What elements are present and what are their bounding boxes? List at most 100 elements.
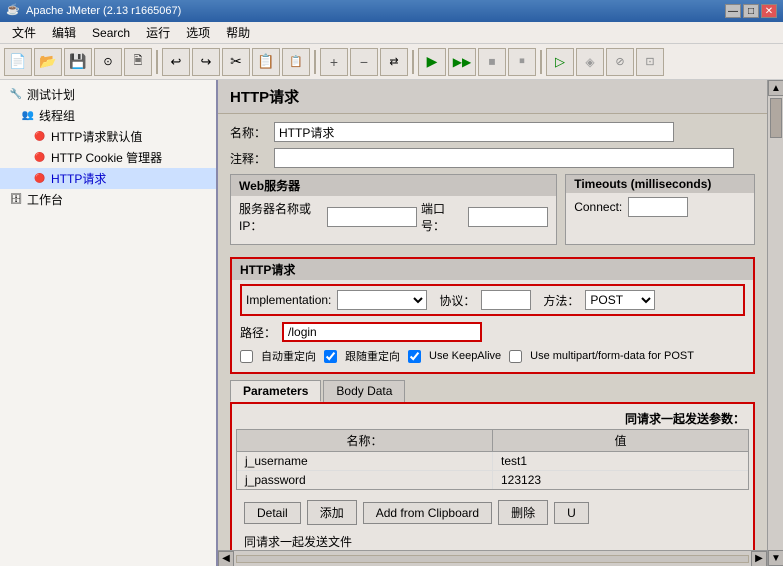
- window-controls: — □ ✕: [725, 4, 777, 18]
- tree-label-cookie: HTTP Cookie 管理器: [51, 149, 162, 166]
- scroll-right-arrow[interactable]: ▶: [751, 551, 767, 566]
- redo-button[interactable]: ↪: [192, 48, 220, 76]
- multipart-checkbox[interactable]: [509, 350, 522, 363]
- add-clipboard-button[interactable]: Add from Clipboard: [363, 502, 492, 524]
- col-name: 名称：: [237, 430, 493, 451]
- detail-button[interactable]: Detail: [244, 502, 301, 524]
- stop-now-button[interactable]: ⏹: [508, 48, 536, 76]
- comment-input[interactable]: [274, 148, 734, 168]
- open-button[interactable]: 📂: [34, 48, 62, 76]
- remote-run-button[interactable]: ▷: [546, 48, 574, 76]
- toolbar: 📄 📂 💾 ⊙ 🗎 ↩ ↪ ✂ 📋 📋 + − ⇄ ▶ ▶▶ ⏹ ⏹ ▷ ◈ ⊘…: [0, 44, 783, 80]
- maximize-button[interactable]: □: [743, 4, 759, 18]
- tree-item-plan[interactable]: 🔧 测试计划: [0, 84, 216, 105]
- add-button[interactable]: 添加: [307, 500, 357, 525]
- row1-value: test1: [493, 452, 748, 470]
- saveall-button[interactable]: 🗎: [124, 48, 152, 76]
- impl-row: Implementation: 协议： 方法： POST GET PUT DEL…: [240, 284, 745, 316]
- web-server-title: Web服务器: [231, 175, 556, 196]
- method-select[interactable]: POST GET PUT DELETE: [585, 290, 655, 310]
- protocol-input[interactable]: [481, 290, 531, 310]
- stop-button[interactable]: ⏹: [478, 48, 506, 76]
- method-label: 方法：: [543, 292, 579, 309]
- undo-button[interactable]: ↩: [162, 48, 190, 76]
- menu-file[interactable]: 文件: [4, 22, 44, 43]
- http-icon: 🔴: [32, 171, 48, 187]
- menu-options[interactable]: 选项: [178, 22, 218, 43]
- run-button[interactable]: ▶: [418, 48, 446, 76]
- scroll-track-v: [768, 96, 783, 550]
- timeouts-title: Timeouts (milliseconds): [566, 175, 754, 193]
- copy-button[interactable]: 📋: [252, 48, 280, 76]
- keepalive-checkbox[interactable]: [408, 350, 421, 363]
- toolbar-sep-4: [540, 50, 542, 74]
- path-label: 路径：: [240, 324, 276, 341]
- params-table: 名称： 值 j_username test1 j_password 123123: [236, 429, 749, 490]
- remote-button[interactable]: ⇄: [380, 48, 408, 76]
- scroll-track: [236, 555, 749, 563]
- close-button[interactable]: ✕: [761, 4, 777, 18]
- tree-item-cookie[interactable]: 🔴 HTTP Cookie 管理器: [0, 147, 216, 168]
- impl-select[interactable]: [337, 290, 427, 310]
- menu-search[interactable]: Search: [84, 24, 138, 42]
- right-scrollbar[interactable]: ▲ ▼: [767, 80, 783, 566]
- expand-button[interactable]: +: [320, 48, 348, 76]
- connect-label: Connect:: [574, 200, 622, 214]
- menu-help[interactable]: 帮助: [218, 22, 258, 43]
- revert-button[interactable]: ⊙: [94, 48, 122, 76]
- port-input[interactable]: [468, 207, 548, 227]
- clear-button[interactable]: ⊘: [606, 48, 634, 76]
- table-row[interactable]: j_username test1: [237, 452, 748, 471]
- new-button[interactable]: 📄: [4, 48, 32, 76]
- protocol-label: 协议：: [439, 292, 475, 309]
- delete-button[interactable]: 删除: [498, 500, 548, 525]
- path-input[interactable]: [282, 322, 482, 342]
- panel-header: HTTP请求: [218, 80, 767, 114]
- path-row: 路径：: [240, 322, 745, 342]
- paste-button[interactable]: 📋: [282, 48, 310, 76]
- group-icon: 👥: [20, 108, 36, 124]
- up-button[interactable]: U: [554, 502, 589, 524]
- tree-label-workbench: 工作台: [27, 191, 63, 208]
- server-input[interactable]: [327, 207, 417, 227]
- scroll-up-arrow[interactable]: ▲: [768, 80, 783, 96]
- timeouts-section: Timeouts (milliseconds) Connect:: [565, 174, 755, 245]
- menu-run[interactable]: 运行: [138, 22, 178, 43]
- multipart-label: Use multipart/form-data for POST: [530, 350, 694, 362]
- minimize-button[interactable]: —: [725, 4, 741, 18]
- follow-redirect-checkbox[interactable]: [324, 350, 337, 363]
- scroll-left-arrow[interactable]: ◀: [218, 551, 234, 566]
- bottom-scrollbar[interactable]: ◀ ▶: [218, 550, 767, 566]
- tree-item-group[interactable]: 👥 线程组: [0, 105, 216, 126]
- tree-item-workbench[interactable]: 🗄 工作台: [0, 189, 216, 210]
- panel-title: HTTP请求: [230, 89, 299, 106]
- table-row[interactable]: j_password 123123: [237, 471, 748, 489]
- auto-redirect-checkbox[interactable]: [240, 350, 253, 363]
- scroll-down-arrow[interactable]: ▼: [768, 550, 783, 566]
- name-input[interactable]: [274, 122, 674, 142]
- run-all-button[interactable]: ▶▶: [448, 48, 476, 76]
- right-content: HTTP请求 名称： 注释： Web服务器 服务器名称或IP：: [218, 80, 767, 566]
- plan-icon: 🔧: [8, 87, 24, 103]
- results-button[interactable]: ⊡: [636, 48, 664, 76]
- save-button[interactable]: 💾: [64, 48, 92, 76]
- tab-parameters[interactable]: Parameters: [230, 380, 321, 402]
- impl-label: Implementation:: [246, 293, 331, 307]
- scroll-thumb-v[interactable]: [770, 98, 782, 138]
- tree-item-defaults[interactable]: 🔴 HTTP请求默认值: [0, 126, 216, 147]
- server-timeouts-row: Web服务器 服务器名称或IP： 端口号： Timeouts (millisec…: [230, 174, 755, 251]
- cut-button[interactable]: ✂: [222, 48, 250, 76]
- tab-body-data[interactable]: Body Data: [323, 380, 405, 402]
- send-params-label: 同请求一起发送参数：: [236, 408, 749, 429]
- comment-label: 注释：: [230, 150, 270, 167]
- server-row: 服务器名称或IP： 端口号：: [239, 200, 548, 234]
- collapse-button[interactable]: −: [350, 48, 378, 76]
- name-label: 名称：: [230, 124, 270, 141]
- remote-stop-button[interactable]: ◈: [576, 48, 604, 76]
- tabs-row: Parameters Body Data: [230, 380, 755, 402]
- connect-input[interactable]: [628, 197, 688, 217]
- params-header: 名称： 值: [237, 430, 748, 452]
- tree-item-http[interactable]: 🔴 HTTP请求: [0, 168, 216, 189]
- menu-edit[interactable]: 编辑: [44, 22, 84, 43]
- menu-bar: 文件 编辑 Search 运行 选项 帮助: [0, 22, 783, 44]
